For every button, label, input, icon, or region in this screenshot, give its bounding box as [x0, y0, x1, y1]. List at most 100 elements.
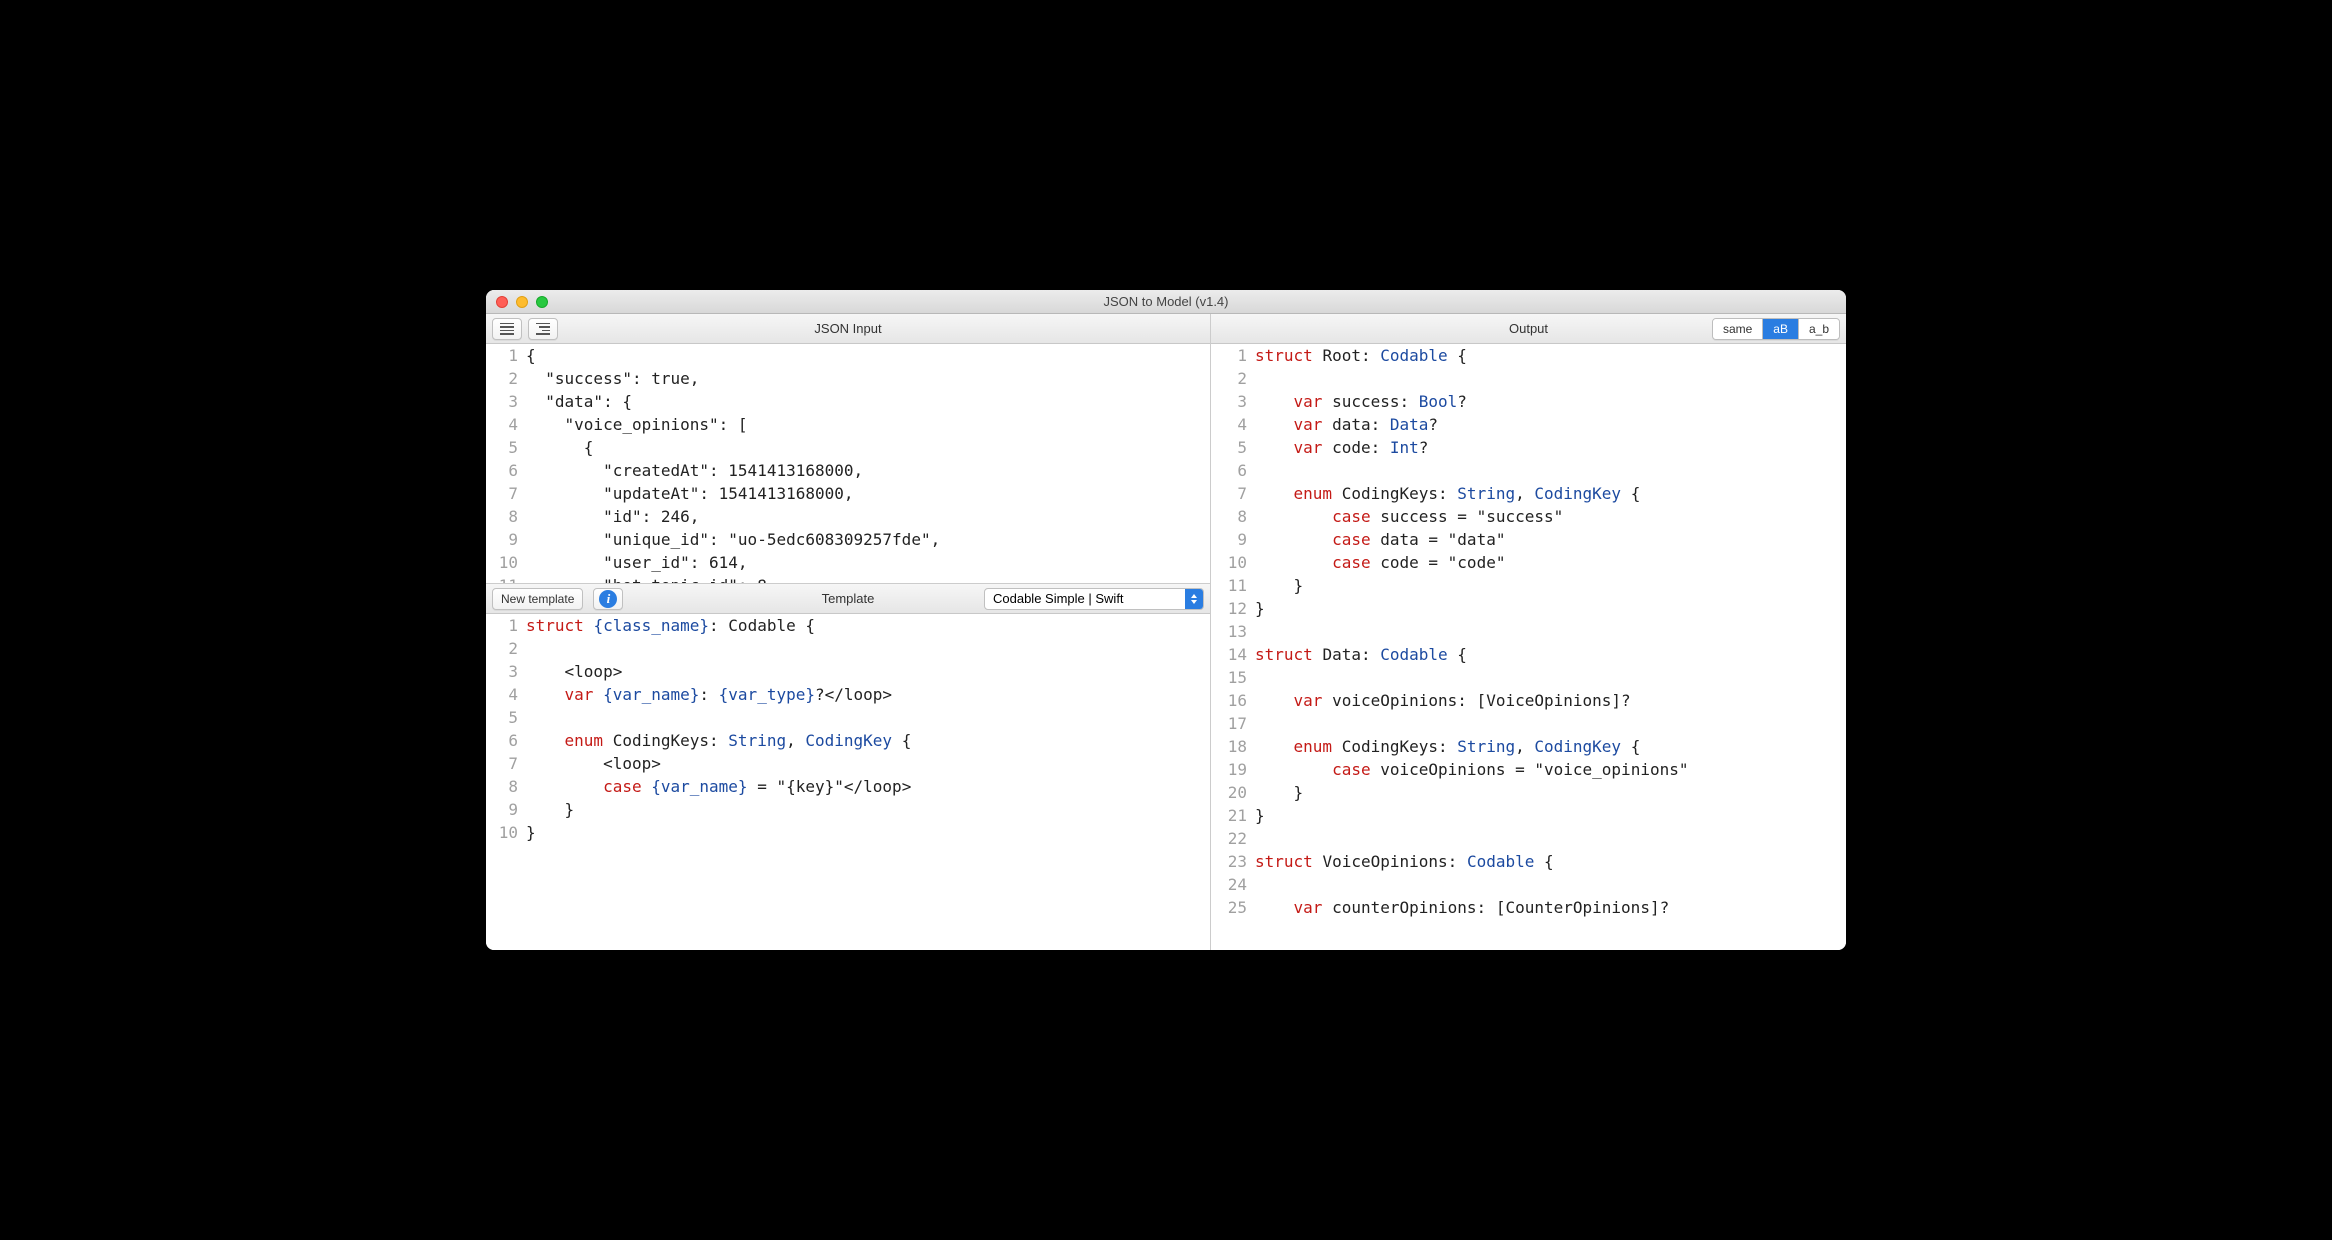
template-header: New template i Template Codable Simple |… [486, 584, 1210, 614]
line-number: 10 [486, 551, 526, 574]
line-number: 5 [486, 436, 526, 459]
code-row: 1{ [486, 344, 1210, 367]
hamburger-icon [500, 323, 514, 335]
code-row: 6 "createdAt": 1541413168000, [486, 459, 1210, 482]
line-number: 13 [1211, 620, 1255, 643]
code-content: } [1255, 804, 1265, 827]
json-input-editor[interactable]: 1{2 "success": true,3 "data": {4 "voice_… [486, 344, 1210, 583]
code-row: 22 [1211, 827, 1846, 850]
code-row: 4 var data: Data? [1211, 413, 1846, 436]
line-number: 24 [1211, 873, 1255, 896]
code-content: } [1255, 781, 1303, 804]
case-style-option-1[interactable]: aB [1763, 319, 1799, 339]
output-header: Output sameaBa_b [1211, 314, 1846, 344]
code-content: } [1255, 597, 1265, 620]
output-title: Output [1509, 321, 1548, 336]
code-row: 8 "id": 246, [486, 505, 1210, 528]
json-input-header: JSON Input [486, 314, 1210, 344]
line-number: 20 [1211, 781, 1255, 804]
line-number: 19 [1211, 758, 1255, 781]
code-row: 14struct Data: Codable { [1211, 643, 1846, 666]
line-number: 3 [486, 660, 526, 683]
code-row: 4 var {var_name}: {var_type}?</loop> [486, 683, 1210, 706]
code-content: enum CodingKeys: String, CodingKey { [1255, 482, 1640, 505]
line-number: 9 [1211, 528, 1255, 551]
line-number: 17 [1211, 712, 1255, 735]
line-number: 15 [1211, 666, 1255, 689]
code-content: } [526, 798, 574, 821]
code-row: 8 case {var_name} = "{key}"</loop> [486, 775, 1210, 798]
case-style-option-0[interactable]: same [1713, 319, 1763, 339]
indent-button[interactable] [528, 318, 558, 340]
line-number: 5 [1211, 436, 1255, 459]
line-number: 4 [1211, 413, 1255, 436]
code-row: 13 [1211, 620, 1846, 643]
template-editor[interactable]: 1struct {class_name}: Codable {23 <loop>… [486, 614, 1210, 950]
code-content: var counterOpinions: [CounterOpinions]? [1255, 896, 1669, 919]
minimize-icon[interactable] [516, 296, 528, 308]
case-style-segment[interactable]: sameaBa_b [1712, 318, 1840, 340]
code-row: 7 <loop> [486, 752, 1210, 775]
output-editor[interactable]: 1struct Root: Codable {23 var success: B… [1211, 344, 1846, 950]
code-row: 7 "updateAt": 1541413168000, [486, 482, 1210, 505]
code-content: { [526, 344, 536, 367]
code-row: 6 [1211, 459, 1846, 482]
code-content: case code = "code" [1255, 551, 1505, 574]
code-content: case voiceOpinions = "voice_opinions" [1255, 758, 1688, 781]
line-number: 2 [486, 367, 526, 390]
code-row: 10 "user_id": 614, [486, 551, 1210, 574]
line-number: 8 [486, 775, 526, 798]
line-number: 5 [486, 706, 526, 729]
line-number: 14 [1211, 643, 1255, 666]
code-row: 21} [1211, 804, 1846, 827]
line-number: 1 [486, 344, 526, 367]
json-input-title: JSON Input [814, 321, 881, 336]
code-row: 19 case voiceOpinions = "voice_opinions" [1211, 758, 1846, 781]
close-icon[interactable] [496, 296, 508, 308]
info-button[interactable]: i [593, 588, 623, 610]
code-row: 11 "hot_topic_id": 8, [486, 574, 1210, 583]
line-number: 25 [1211, 896, 1255, 919]
code-content: struct Data: Codable { [1255, 643, 1467, 666]
titlebar[interactable]: JSON to Model (v1.4) [486, 290, 1846, 314]
line-number: 10 [486, 821, 526, 844]
output-pane: Output sameaBa_b 1struct Root: Codable {… [1211, 314, 1846, 950]
code-row: 9 case data = "data" [1211, 528, 1846, 551]
case-style-option-2[interactable]: a_b [1799, 319, 1839, 339]
line-number: 16 [1211, 689, 1255, 712]
code-row: 5 { [486, 436, 1210, 459]
code-row: 18 enum CodingKeys: String, CodingKey { [1211, 735, 1846, 758]
code-row: 1struct {class_name}: Codable { [486, 614, 1210, 637]
new-template-button[interactable]: New template [492, 588, 583, 610]
left-column: JSON Input 1{2 "success": true,3 "data":… [486, 314, 1211, 950]
code-row: 5 [486, 706, 1210, 729]
template-title: Template [822, 591, 875, 606]
code-row: 9 } [486, 798, 1210, 821]
indent-icon [536, 323, 550, 335]
line-number: 6 [1211, 459, 1255, 482]
code-content: <loop> [526, 660, 622, 683]
code-row: 3 <loop> [486, 660, 1210, 683]
template-select[interactable]: Codable Simple | Swift [984, 588, 1204, 610]
code-content: enum CodingKeys: String, CodingKey { [1255, 735, 1640, 758]
json-input-pane: JSON Input 1{2 "success": true,3 "data":… [486, 314, 1210, 584]
code-row: 5 var code: Int? [1211, 436, 1846, 459]
code-row: 8 case success = "success" [1211, 505, 1846, 528]
line-number: 9 [486, 798, 526, 821]
outdent-button[interactable] [492, 318, 522, 340]
code-content: struct Root: Codable { [1255, 344, 1467, 367]
zoom-icon[interactable] [536, 296, 548, 308]
code-row: 7 enum CodingKeys: String, CodingKey { [1211, 482, 1846, 505]
line-number: 11 [486, 574, 526, 583]
code-row: 15 [1211, 666, 1846, 689]
chevron-updown-icon [1185, 589, 1203, 609]
code-content: "data": { [526, 390, 632, 413]
code-content: { [526, 436, 593, 459]
code-row: 10 case code = "code" [1211, 551, 1846, 574]
line-number: 6 [486, 459, 526, 482]
code-row: 9 "unique_id": "uo-5edc608309257fde", [486, 528, 1210, 551]
code-content: var voiceOpinions: [VoiceOpinions]? [1255, 689, 1631, 712]
line-number: 9 [486, 528, 526, 551]
code-row: 10} [486, 821, 1210, 844]
code-content: "unique_id": "uo-5edc608309257fde", [526, 528, 940, 551]
